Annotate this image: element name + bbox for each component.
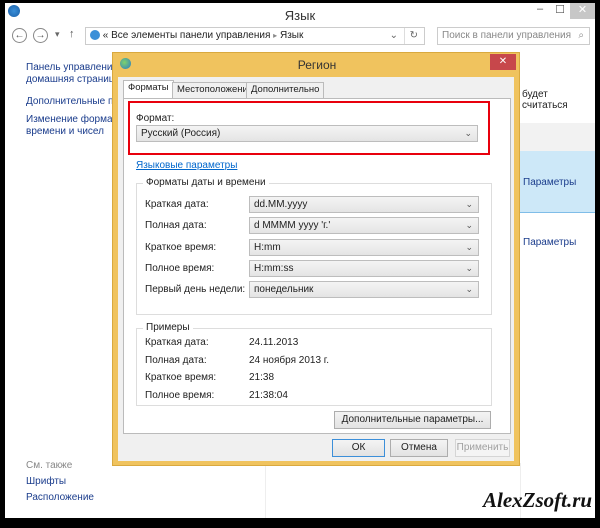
- format-label: Формат:: [136, 113, 175, 124]
- format-row-select[interactable]: dd.MM.yyyy ⌄: [249, 196, 479, 213]
- search-placeholder: Поиск в панели управления: [442, 30, 572, 41]
- format-row-label: Краткая дата:: [145, 199, 209, 210]
- window-title: Язык: [284, 8, 316, 23]
- sidebar-item-home[interactable]: Панель управления - домашняя страница: [26, 62, 124, 86]
- format-row-label: Первый день недели:: [145, 284, 246, 296]
- chevron-down-icon: ⌄: [465, 284, 473, 295]
- recent-locations-button[interactable]: ▾: [55, 29, 60, 40]
- format-row-select[interactable]: d MMMM yyyy 'г.' ⌄: [249, 217, 479, 235]
- up-button[interactable]: ↑: [69, 28, 75, 40]
- chevron-down-icon: ⌄: [464, 128, 472, 138]
- refresh-icon[interactable]: ↻: [403, 28, 418, 44]
- examples-group: Примеры Краткая дата: 24.11.2013 Полная д…: [136, 322, 492, 406]
- dialog-body: Форматы Местоположение Дополнительно Фор…: [118, 77, 514, 461]
- breadcrumb-all-items[interactable]: Все элементы панели управления: [111, 30, 270, 41]
- forward-button[interactable]: →: [33, 28, 48, 43]
- example-label: Полная дата:: [145, 354, 207, 366]
- ok-button[interactable]: ОК: [332, 439, 385, 457]
- format-row-label: Полное время:: [145, 262, 215, 274]
- region-dialog: Регион ✕ Форматы Местоположение Дополнит…: [112, 52, 520, 466]
- example-label: Краткое время:: [145, 372, 217, 383]
- search-input[interactable]: Поиск в панели управления ⌕: [437, 27, 590, 45]
- cancel-button[interactable]: Отмена: [390, 439, 448, 457]
- breadcrumb-overflow[interactable]: «: [103, 30, 109, 41]
- dialog-close-button[interactable]: ✕: [490, 54, 516, 70]
- dialog-title: Регион: [297, 58, 337, 72]
- format-row-select[interactable]: H:mm ⌄: [249, 238, 479, 256]
- back-button[interactable]: ←: [12, 28, 27, 43]
- fonts-link[interactable]: Шрифты: [26, 476, 66, 488]
- example-value: 24.11.2013: [249, 337, 299, 348]
- language-options-link[interactable]: Параметры: [523, 177, 576, 189]
- tab-administrative[interactable]: Дополнительно: [246, 82, 325, 98]
- close-button[interactable]: ✕: [570, 3, 595, 19]
- watermark: AlexZsoft.ru: [483, 488, 593, 512]
- chevron-down-icon: ⌄: [465, 241, 473, 252]
- format-row-select[interactable]: H:mm:ss ⌄: [249, 259, 479, 277]
- format-row-label: Краткое время:: [145, 241, 217, 253]
- address-bar[interactable]: « Все элементы панели управления ▸ Язык …: [85, 27, 425, 45]
- control-panel-icon: [90, 30, 100, 41]
- example-label: Краткая дата:: [145, 337, 209, 348]
- additional-settings-button[interactable]: Дополнительные параметры...: [334, 411, 491, 429]
- divider: [265, 463, 266, 518]
- header-band: [520, 123, 595, 151]
- breadcrumb-separator-icon[interactable]: ▸: [273, 31, 277, 40]
- address-dropdown-icon[interactable]: ⌄: [390, 28, 398, 44]
- example-value: 24 ноября 2013 г.: [249, 354, 329, 366]
- example-value: 21:38: [249, 372, 275, 383]
- language-options-link[interactable]: Параметры: [523, 237, 576, 249]
- format-select[interactable]: Русский (Россия) ⌄: [136, 125, 478, 142]
- search-icon[interactable]: ⌕: [578, 28, 584, 44]
- example-label: Полное время:: [145, 389, 215, 401]
- sidebar-item-advanced[interactable]: Дополнительные пар: [26, 96, 124, 108]
- sidebar-item-formats[interactable]: Изменение формато времени и чисел: [26, 114, 122, 138]
- language-settings-link[interactable]: Языковые параметры: [136, 160, 237, 171]
- main-text: будет считаться: [522, 89, 568, 111]
- group-label: Форматы даты и времени: [143, 177, 269, 188]
- minimize-button[interactable]: –: [530, 3, 550, 19]
- apply-button[interactable]: Применить: [455, 439, 510, 457]
- tab-formats[interactable]: Форматы: [123, 80, 174, 99]
- chevron-down-icon: ⌄: [465, 262, 473, 273]
- see-also-heading: См. также: [26, 460, 73, 471]
- tab-panel: Формат: Русский (Россия) ⌄ Языковые парам…: [123, 98, 511, 434]
- example-value: 21:38:04: [249, 389, 288, 401]
- chevron-down-icon: ⌄: [465, 199, 473, 209]
- date-time-formats-group: Форматы даты и времени Краткая дата: dd.…: [136, 177, 492, 315]
- location-link[interactable]: Расположение: [26, 492, 94, 504]
- breadcrumb-language[interactable]: Язык: [280, 30, 303, 41]
- format-row-label: Полная дата:: [145, 220, 207, 232]
- group-label: Примеры: [143, 322, 193, 333]
- maximize-button[interactable]: ☐: [550, 3, 570, 19]
- format-row-select[interactable]: понедельник ⌄: [249, 281, 479, 299]
- chevron-down-icon: ⌄: [465, 220, 473, 231]
